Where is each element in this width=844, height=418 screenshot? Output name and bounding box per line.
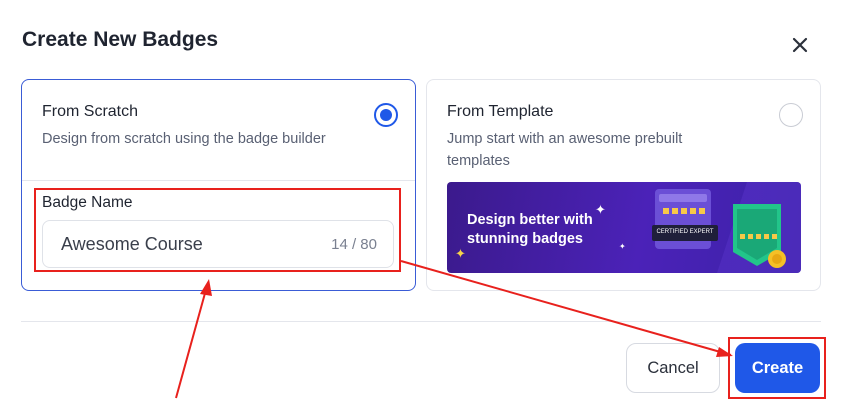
from-scratch-radio[interactable] bbox=[374, 103, 398, 127]
from-template-option[interactable]: From Template Jump start with an awesome… bbox=[426, 79, 821, 291]
banner-text: Design better with stunning badges bbox=[467, 212, 593, 247]
card-divider bbox=[22, 180, 415, 181]
footer-divider bbox=[21, 321, 821, 322]
badge-name-label: Badge Name bbox=[42, 194, 133, 211]
sparkle-icon: ✦ bbox=[455, 246, 466, 261]
from-template-radio[interactable] bbox=[779, 103, 803, 127]
create-button[interactable]: Create bbox=[735, 343, 820, 393]
close-icon[interactable] bbox=[788, 33, 812, 57]
from-scratch-description: Design from scratch using the badge buil… bbox=[42, 131, 326, 147]
sparkle-icon: ✦ bbox=[619, 242, 626, 251]
sparkle-icon: ✦ bbox=[595, 202, 606, 217]
from-scratch-title: From Scratch bbox=[42, 103, 139, 120]
cancel-button[interactable]: Cancel bbox=[626, 343, 720, 393]
from-scratch-option[interactable]: From Scratch Design from scratch using t… bbox=[21, 79, 416, 291]
from-template-title: From Template bbox=[447, 103, 554, 120]
banner-badge-caption: CERTIFIED EXPERT bbox=[656, 229, 714, 235]
from-template-description: Jump start with an awesome prebuilt temp… bbox=[447, 131, 683, 169]
badge-name-value[interactable]: Awesome Course bbox=[61, 234, 203, 255]
badge-name-input[interactable]: Awesome Course 14 / 80 bbox=[42, 220, 394, 268]
char-counter: 14 / 80 bbox=[331, 236, 377, 253]
template-preview-banner: CERTIFIED EXPERT Design better with stun… bbox=[447, 182, 801, 273]
dialog-title: Create New Badges bbox=[22, 28, 219, 51]
